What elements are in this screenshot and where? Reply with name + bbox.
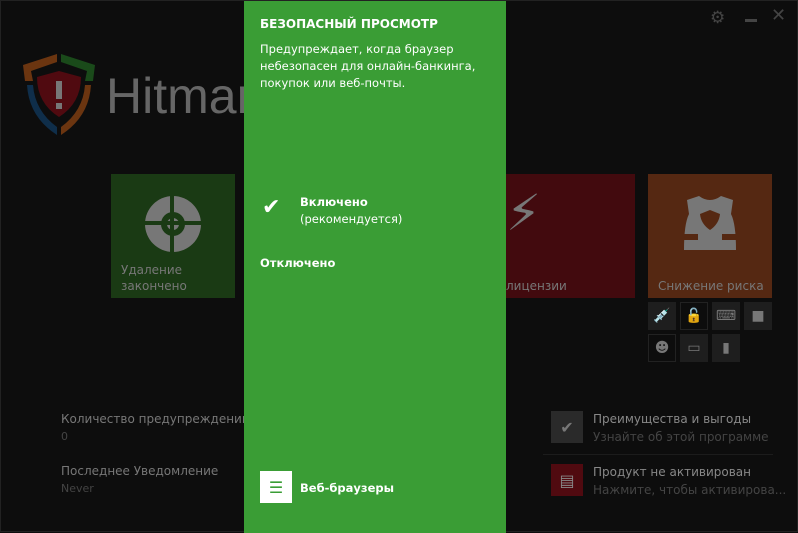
stat-value: 0 xyxy=(61,430,68,443)
tile-removal[interactable]: Удаление законченo xyxy=(111,174,235,298)
keyboard-icon[interactable]: ⌨ xyxy=(712,302,740,330)
usb-icon[interactable]: ▮ xyxy=(712,334,740,362)
link-subtitle: Нажмите, чтобы активирова... xyxy=(593,483,787,497)
certificate-icon: ▤ xyxy=(551,464,583,496)
safe-browsing-panel: БЕЗОПАСНЫЙ ПРОСМОТР Предупреждает, когда… xyxy=(244,1,506,533)
list-icon: ☰ xyxy=(260,471,292,503)
minimize-button[interactable] xyxy=(745,19,757,22)
tile-label: лицензии xyxy=(506,279,567,293)
stat-warnings: Количество предупреждений 0 xyxy=(61,412,250,443)
target-icon xyxy=(143,194,203,254)
shield-check-icon: ✔ xyxy=(551,411,583,443)
vest-icon xyxy=(684,196,736,250)
close-button[interactable]: ✕ xyxy=(771,5,786,26)
option-disabled[interactable]: Отключено xyxy=(260,256,335,270)
divider xyxy=(543,454,773,455)
pumpkin-icon[interactable]: ☻ xyxy=(648,334,676,362)
stat-label: Последнее Уведомление xyxy=(61,464,219,478)
shield-bolt-icon: ⚡ xyxy=(506,184,542,242)
syringe-icon[interactable]: 💉 xyxy=(648,302,676,330)
panel-title: БЕЗОПАСНЫЙ ПРОСМОТР xyxy=(260,17,438,31)
tile-license[interactable]: ⚡ лицензии xyxy=(506,174,635,298)
web-browsers-link[interactable]: ☰ Веб-браузеры xyxy=(260,471,460,503)
settings-button[interactable]: ⚙ xyxy=(710,8,725,28)
link-subtitle: Узнайте об этой программе xyxy=(593,430,769,444)
stat-last-notification: Последнее Уведомление Never xyxy=(61,464,218,495)
tile-label: Удаление законченo xyxy=(121,263,187,293)
link-title: Преимущества и выгоды xyxy=(593,412,752,426)
option-note: (рекомендуется) xyxy=(300,212,403,226)
tile-label: Снижение риска xyxy=(658,279,764,293)
stat-label: Количество предупреждений xyxy=(61,412,250,426)
app-name: Hitman xyxy=(106,68,265,124)
checkmark-icon: ✔ xyxy=(262,195,281,220)
option-enabled[interactable]: ✔ Включено (рекомендуется) xyxy=(260,193,490,233)
link-title: Продукт не активирован xyxy=(593,465,751,479)
lock-icon[interactable]: 🔓 xyxy=(680,302,708,330)
webcam-icon[interactable]: ■ xyxy=(744,302,772,330)
option-label: Включено xyxy=(300,195,368,209)
link-label: Веб-браузеры xyxy=(300,481,394,495)
hitman-logo-icon xyxy=(23,54,95,135)
panel-description: Предупреждает, когда браузер небезопасен… xyxy=(260,42,476,90)
stat-value: Never xyxy=(61,482,94,495)
tile-risk-reduction[interactable]: Снижение риска xyxy=(648,174,772,298)
console-icon[interactable]: ▭ xyxy=(680,334,708,362)
